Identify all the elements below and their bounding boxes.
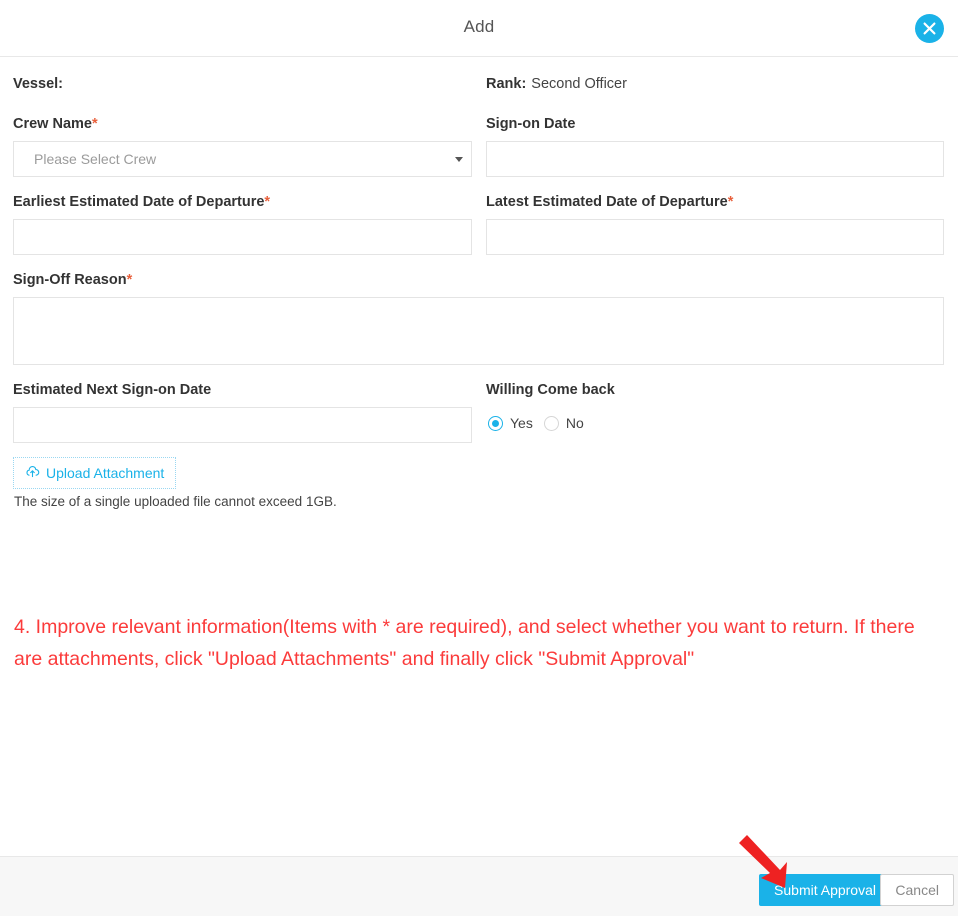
field-estimated-next-sign-on: Estimated Next Sign-on Date: [13, 381, 472, 443]
upload-attachment-button[interactable]: Upload Attachment: [13, 457, 177, 489]
radio-option-no-label: No: [565, 415, 584, 431]
estimated-next-sign-on-label: Estimated Next Sign-on Date: [13, 382, 212, 398]
crew-name-label: Crew Name*: [13, 115, 472, 134]
submit-approval-button[interactable]: Submit Approval: [759, 874, 891, 906]
crew-name-required-star: *: [91, 116, 98, 132]
vessel-readonly: Vessel:: [13, 76, 68, 92]
latest-etd-label: Latest Estimated Date of Departure*: [486, 193, 944, 212]
radio-unselected-icon: [543, 415, 559, 431]
modal-footer: Submit Approval Cancel: [0, 856, 958, 916]
vessel-label: Vessel:: [13, 76, 63, 92]
close-button[interactable]: [915, 14, 944, 43]
sign-on-date-label: Sign-on Date: [486, 116, 576, 132]
rank-value: Second Officer: [531, 76, 627, 92]
sign-on-date-input[interactable]: [486, 141, 944, 177]
field-sign-off-reason: Sign-Off Reason*: [13, 271, 944, 370]
earliest-etd-input[interactable]: [13, 219, 472, 255]
crew-name-label-text: Crew Name: [13, 116, 92, 132]
field-willing-come-back: Willing Come back: [486, 381, 944, 407]
add-sign-off-request-modal: Add Vessel: Rank: Second Officer Crew Nam…: [0, 0, 958, 916]
modal-body: Vessel: Rank: Second Officer Crew Name* P…: [0, 57, 958, 856]
earliest-etd-required-star: *: [264, 194, 271, 210]
modal-header: Add: [0, 0, 958, 57]
radio-option-yes[interactable]: Yes: [488, 415, 533, 431]
latest-etd-label-text: Latest Estimated Date of Departure: [486, 194, 728, 210]
earliest-etd-label-text: Earliest Estimated Date of Departure: [13, 194, 265, 210]
latest-etd-input[interactable]: [486, 219, 944, 255]
estimated-next-sign-on-input[interactable]: [13, 407, 472, 443]
radio-option-no[interactable]: No: [543, 415, 584, 431]
upload-attachment-label: Upload Attachment: [46, 465, 165, 481]
modal-title: Add: [463, 17, 495, 36]
rank-readonly: Rank: Second Officer: [486, 76, 627, 92]
field-earliest-etd: Earliest Estimated Date of Departure*: [13, 193, 472, 255]
latest-etd-required-star: *: [727, 194, 734, 210]
radio-option-yes-label: Yes: [510, 415, 533, 431]
sign-off-reason-label: Sign-Off Reason*: [13, 271, 944, 290]
field-crew-name: Crew Name* Please Select Crew: [13, 115, 472, 177]
close-x-icon: [915, 14, 944, 43]
earliest-etd-label: Earliest Estimated Date of Departure*: [13, 193, 472, 212]
field-sign-on-date: Sign-on Date: [486, 115, 944, 177]
sign-off-reason-required-star: *: [126, 272, 133, 288]
crew-name-select-wrap: Please Select Crew: [13, 141, 472, 177]
radio-selected-icon: [488, 415, 503, 431]
sign-off-reason-label-text: Sign-Off Reason: [13, 272, 127, 288]
cloud-upload-icon: [25, 465, 40, 481]
upload-size-hint: The size of a single uploaded file canno…: [14, 494, 337, 509]
instruction-annotation: 4. Improve relevant information(Items wi…: [14, 616, 915, 670]
willing-come-back-label: Willing Come back: [486, 382, 615, 398]
rank-label: Rank:: [486, 76, 527, 92]
sign-off-reason-textarea[interactable]: [13, 297, 944, 365]
willing-come-back-radio-group: Yes No: [488, 415, 584, 431]
field-latest-etd: Latest Estimated Date of Departure*: [486, 193, 944, 255]
crew-name-select[interactable]: Please Select Crew: [13, 141, 472, 177]
cancel-button[interactable]: Cancel: [880, 874, 954, 906]
